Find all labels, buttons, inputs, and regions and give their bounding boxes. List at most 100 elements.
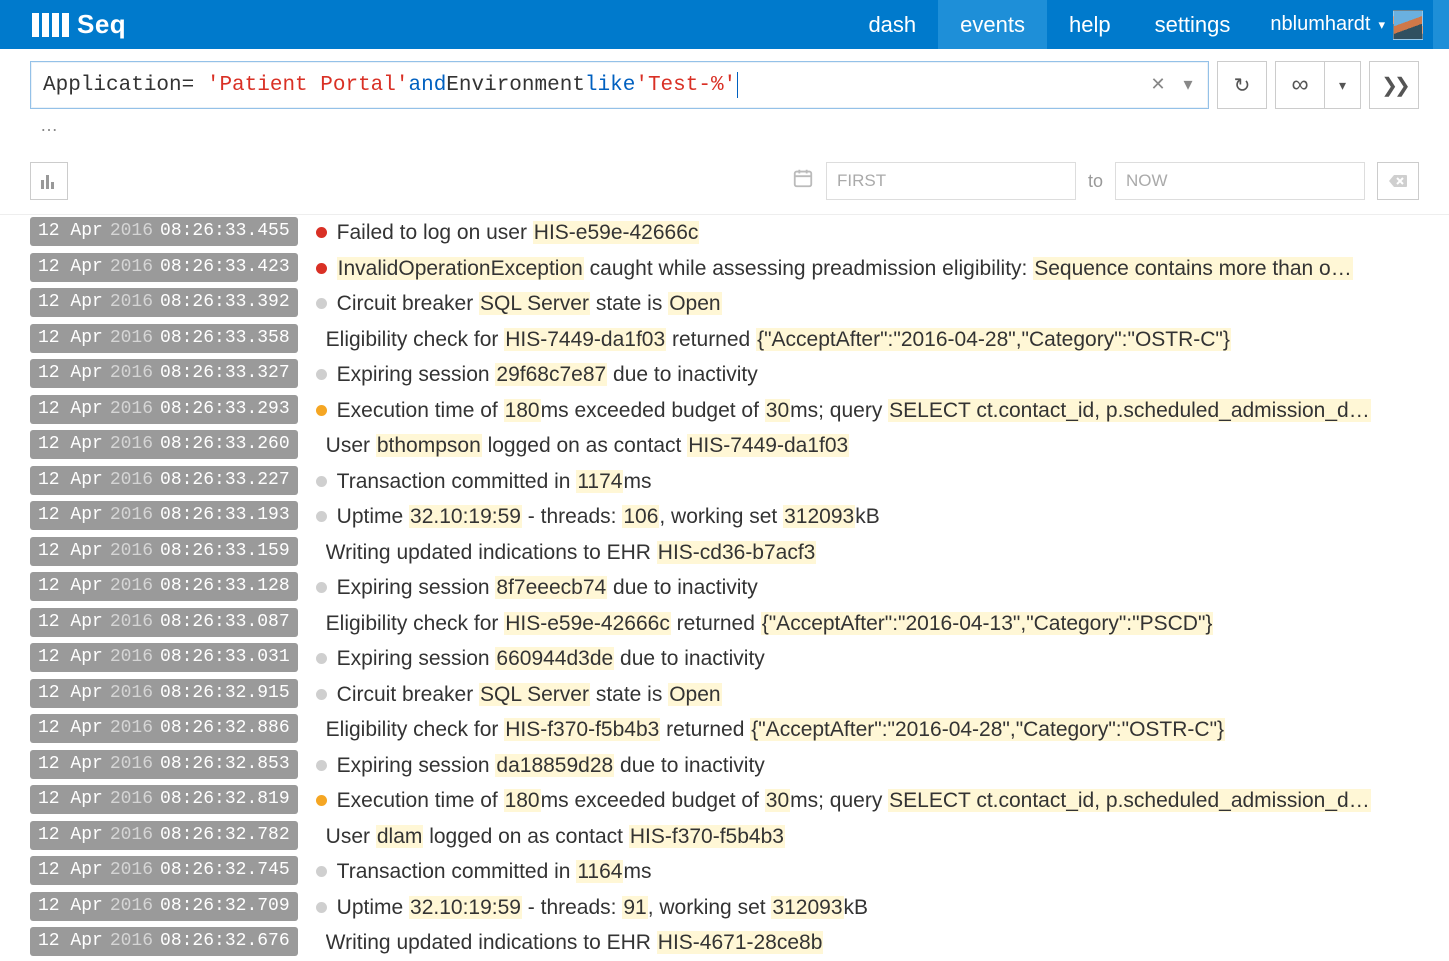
timestamp: 12 Apr201608:26:33.227: [30, 466, 298, 495]
refresh-button[interactable]: ↻: [1217, 61, 1267, 109]
timestamp: 12 Apr201608:26:32.915: [30, 679, 298, 708]
event-row[interactable]: 12 Apr201608:26:32.915 Circuit breaker SQ…: [0, 677, 1449, 713]
event-row[interactable]: 12 Apr201608:26:33.358Eligibility check …: [0, 322, 1449, 358]
event-row[interactable]: 12 Apr201608:26:32.886Eligibility check …: [0, 712, 1449, 748]
event-row[interactable]: 12 Apr201608:26:33.031 Expiring session 6…: [0, 641, 1449, 677]
level-info-icon: [316, 476, 327, 487]
event-message: Expiring session da18859d28 due to inact…: [316, 750, 765, 782]
refresh-icon: ↻: [1234, 73, 1251, 98]
events-list: 12 Apr201608:26:33.455 Failed to log on u…: [0, 214, 1449, 961]
tail-group: ∞ ▾: [1275, 61, 1361, 109]
level-info-icon: [316, 298, 327, 309]
autorefresh-button[interactable]: ∞: [1275, 61, 1325, 109]
event-row[interactable]: 12 Apr201608:26:33.455 Failed to log on u…: [0, 215, 1449, 251]
event-row[interactable]: 12 Apr201608:26:32.676Writing updated in…: [0, 925, 1449, 961]
event-message: Expiring session 8f7eeecb74 due to inact…: [316, 572, 758, 604]
event-message: Circuit breaker SQL Server state is Open: [316, 679, 722, 711]
event-message: Failed to log on user HIS-e59e-42666c: [316, 217, 700, 249]
timestamp: 12 Apr201608:26:33.193: [30, 501, 298, 530]
event-message: Circuit breaker SQL Server state is Open: [316, 288, 722, 320]
timestamp: 12 Apr201608:26:32.709: [30, 892, 298, 921]
timestamp: 12 Apr201608:26:33.159: [30, 537, 298, 566]
nav-settings[interactable]: settings: [1133, 0, 1253, 49]
chevrons-right-icon: ❯❯: [1381, 73, 1407, 98]
timestamp: 12 Apr201608:26:32.853: [30, 750, 298, 779]
event-row[interactable]: 12 Apr201608:26:32.782User dlam logged o…: [0, 819, 1449, 855]
brand-text: Seq: [77, 9, 126, 40]
timestamp: 12 Apr201608:26:33.327: [30, 359, 298, 388]
event-message: InvalidOperationException caught while a…: [316, 253, 1353, 285]
event-row[interactable]: 12 Apr201608:26:32.819Execution time of …: [0, 783, 1449, 819]
event-message: Transaction committed in 1164ms: [316, 856, 652, 888]
event-row[interactable]: 12 Apr201608:26:32.709 Uptime 32.10:19:59…: [0, 890, 1449, 926]
timestamp: 12 Apr201608:26:33.128: [30, 572, 298, 601]
level-info-icon: [316, 511, 327, 522]
event-row[interactable]: 12 Apr201608:26:33.128 Expiring session 8…: [0, 570, 1449, 606]
event-message: Uptime 32.10:19:59 - threads: 106, worki…: [316, 501, 880, 533]
query-dropdown-icon[interactable]: ▾: [1176, 74, 1200, 96]
event-row[interactable]: 12 Apr201608:26:32.853 Expiring session d…: [0, 748, 1449, 784]
timestamp: 12 Apr201608:26:32.745: [30, 856, 298, 885]
signals-toggle-button[interactable]: ❯❯: [1369, 61, 1419, 109]
event-message: Transaction committed in 1174ms: [316, 466, 652, 498]
event-row[interactable]: 12 Apr201608:26:33.423InvalidOperationEx…: [0, 251, 1449, 287]
level-info-icon: [316, 902, 327, 913]
event-row[interactable]: 12 Apr201608:26:33.087 Eligibility check …: [0, 606, 1449, 642]
query-input[interactable]: Application = 'Patient Portal' and Envir…: [30, 61, 1209, 109]
infinity-icon: ∞: [1291, 71, 1308, 99]
event-message: Expiring session 660944d3de due to inact…: [316, 643, 765, 675]
level-info-icon: [316, 866, 327, 877]
clear-query-icon[interactable]: ✕: [1146, 74, 1170, 96]
level-info-icon: [316, 582, 327, 593]
nav-dash[interactable]: dash: [846, 0, 938, 49]
level-info-icon: [316, 760, 327, 771]
level-info-icon: [316, 653, 327, 664]
right-edge: [1433, 0, 1449, 49]
breadcrumb-ellipsis[interactable]: …: [0, 113, 1449, 154]
date-range: FIRST to NOW: [792, 162, 1419, 200]
event-row[interactable]: 12 Apr201608:26:32.745 Transaction commit…: [0, 854, 1449, 890]
backspace-icon: [1388, 173, 1408, 189]
query-toolbar: Application = 'Patient Portal' and Envir…: [0, 49, 1449, 113]
event-message: Execution time of 180ms exceeded budget …: [316, 785, 1371, 817]
clear-range-button[interactable]: [1377, 162, 1419, 200]
top-bar: Seq dash events help settings nblumhardt…: [0, 0, 1449, 49]
event-message: Writing updated indications to EHR HIS-4…: [316, 927, 824, 959]
histogram-toggle[interactable]: [30, 162, 68, 200]
range-from-placeholder: FIRST: [837, 171, 886, 191]
nav-help[interactable]: help: [1047, 0, 1133, 49]
event-message: Writing updated indications to EHR HIS-c…: [316, 537, 817, 569]
event-row[interactable]: 12 Apr201608:26:33.293Execution time of …: [0, 393, 1449, 429]
refresh-group: ↻: [1217, 61, 1267, 109]
timestamp: 12 Apr201608:26:33.358: [30, 324, 298, 353]
range-from-input[interactable]: FIRST: [826, 162, 1076, 200]
autorefresh-dropdown[interactable]: ▾: [1325, 61, 1361, 109]
event-message: Uptime 32.10:19:59 - threads: 91, workin…: [316, 892, 868, 924]
caret-down-icon: ▾: [1378, 17, 1385, 33]
event-row[interactable]: 12 Apr201608:26:33.260User bthompson log…: [0, 428, 1449, 464]
level-error-icon: [316, 227, 327, 238]
timestamp: 12 Apr201608:26:33.455: [30, 217, 298, 246]
event-row[interactable]: 12 Apr201608:26:33.227 Transaction commit…: [0, 464, 1449, 500]
event-message: User dlam logged on as contact HIS-f370-…: [316, 821, 785, 853]
event-row[interactable]: 12 Apr201608:26:33.327Expiring session 2…: [0, 357, 1449, 393]
event-message: Eligibility check for HIS-f370-f5b4b3 re…: [316, 714, 1225, 746]
calendar-icon[interactable]: [792, 167, 814, 195]
level-warn-icon: [316, 795, 327, 806]
expand-group: ❯❯: [1369, 61, 1419, 109]
event-row[interactable]: 12 Apr201608:26:33.159 Writing updated in…: [0, 535, 1449, 571]
timestamp: 12 Apr201608:26:33.031: [30, 643, 298, 672]
event-row[interactable]: 12 Apr201608:26:33.193 Uptime 32.10:19:59…: [0, 499, 1449, 535]
event-message: Eligibility check for HIS-e59e-42666c re…: [316, 608, 1214, 640]
logo[interactable]: Seq: [0, 0, 144, 49]
query-inline-actions: ✕ ▾: [1146, 74, 1200, 96]
range-to-input[interactable]: NOW: [1115, 162, 1365, 200]
nav-user-menu[interactable]: nblumhardt ▾: [1252, 0, 1433, 49]
event-row[interactable]: 12 Apr201608:26:33.392Circuit breaker SQ…: [0, 286, 1449, 322]
timestamp: 12 Apr201608:26:33.087: [30, 608, 298, 637]
level-warn-icon: [316, 405, 327, 416]
logo-bars-icon: [32, 13, 69, 37]
nav-events[interactable]: events: [938, 0, 1047, 49]
text-cursor: [737, 72, 738, 98]
level-info-icon: [316, 689, 327, 700]
